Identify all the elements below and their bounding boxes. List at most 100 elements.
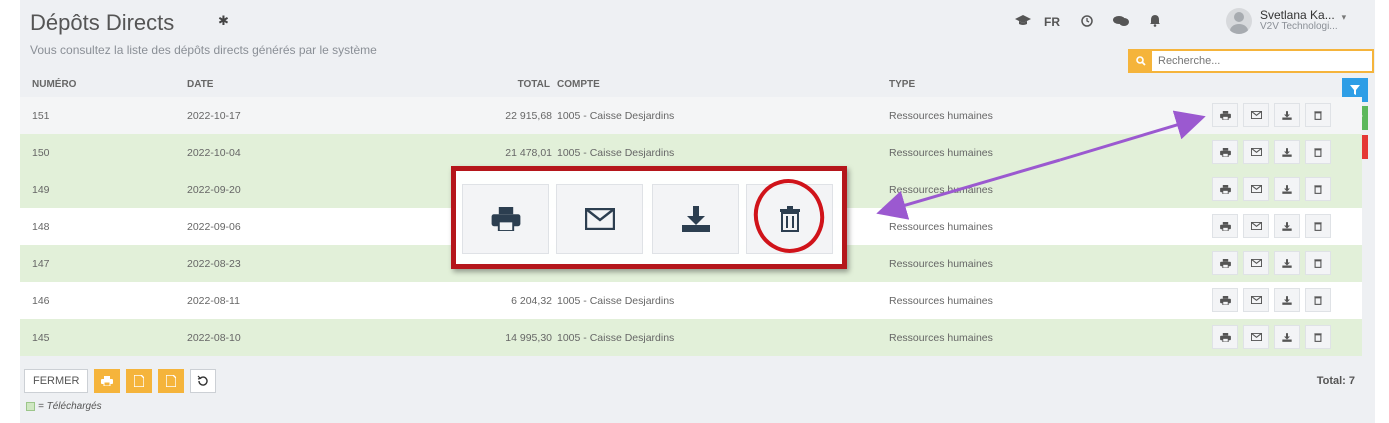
trash-icon[interactable] — [1305, 103, 1331, 127]
print-icon[interactable] — [1212, 177, 1238, 201]
download-icon[interactable] — [1274, 325, 1300, 349]
download-icon[interactable] — [1274, 140, 1300, 164]
column-header-total[interactable]: TOTAL — [518, 79, 550, 90]
action-buttons-callout — [451, 166, 847, 269]
chat-icon[interactable] — [1108, 15, 1134, 30]
cell-compte: 1005 - Caisse Desjardins — [557, 332, 675, 344]
pdf-icon[interactable] — [126, 369, 153, 393]
table-header: NUMÉRO DATE TOTAL COMPTE TYPE — [20, 70, 1360, 96]
chevron-down-icon[interactable]: ▾ — [1342, 12, 1347, 23]
cell-date: 2022-08-23 — [187, 258, 241, 270]
total-count: Total: 7 — [1316, 375, 1355, 387]
print-icon[interactable] — [1212, 103, 1238, 127]
cell-compte: 1005 - Caisse Desjardins — [557, 295, 675, 307]
cell-date: 2022-09-20 — [187, 184, 241, 196]
trash-icon[interactable] — [1305, 288, 1331, 312]
graduation-cap-icon[interactable] — [1010, 14, 1036, 30]
close-button[interactable]: FERMER — [24, 369, 89, 393]
download-icon[interactable] — [1274, 177, 1300, 201]
print-icon[interactable] — [1212, 288, 1238, 312]
row-actions — [1212, 140, 1331, 164]
cell-date: 2022-10-17 — [187, 110, 241, 122]
cell-total: 6 204,32 — [511, 295, 552, 307]
cell-numero: 149 — [32, 184, 50, 196]
row-actions — [1212, 325, 1331, 349]
table-row[interactable]: 145 2022-08-10 14 995,30 1005 - Caisse Desj… — [20, 319, 1362, 356]
cell-type: Ressources humaines — [889, 110, 993, 122]
cell-type: Ressources humaines — [889, 258, 993, 270]
avatar — [1226, 8, 1252, 34]
page-subtitle: Vous consultez la liste des dépôts direc… — [30, 43, 377, 57]
page-title: Dépôts Directs — [30, 10, 175, 35]
print-icon[interactable] — [94, 369, 121, 393]
download-icon[interactable] — [1274, 288, 1300, 312]
column-header-date[interactable]: DATE — [187, 79, 213, 90]
envelope-icon[interactable] — [1243, 214, 1269, 238]
column-header-compte[interactable]: COMPTE — [557, 79, 600, 90]
cell-numero: 147 — [32, 258, 50, 270]
footer-toolbar: FERMER — [24, 369, 217, 393]
bell-icon[interactable] — [1142, 14, 1168, 30]
user-name: Svetlana Ka... — [1260, 8, 1335, 22]
trash-icon[interactable] — [1305, 177, 1331, 201]
row-actions — [1212, 214, 1331, 238]
download-icon[interactable] — [1274, 103, 1300, 127]
cell-type: Ressources humaines — [889, 147, 993, 159]
download-icon[interactable] — [1274, 214, 1300, 238]
cell-type: Ressources humaines — [889, 295, 993, 307]
cell-total: 22 915,68 — [505, 110, 552, 122]
trash-icon[interactable] — [1305, 214, 1331, 238]
top-navigation: FR — [1010, 10, 1176, 34]
envelope-icon[interactable] — [1243, 251, 1269, 275]
cell-date: 2022-08-10 — [187, 332, 241, 344]
cell-type: Ressources humaines — [889, 184, 993, 196]
cell-compte: 1005 - Caisse Desjardins — [557, 110, 675, 122]
search-input[interactable] — [1152, 51, 1372, 71]
column-header-type[interactable]: TYPE — [889, 79, 915, 90]
gear-icon[interactable]: ✱ — [218, 13, 229, 29]
user-menu[interactable]: Svetlana Ka... V2V Technologi... ▾ — [1226, 8, 1346, 34]
trash-icon[interactable] — [1305, 251, 1331, 275]
print-icon[interactable] — [1212, 140, 1238, 164]
column-header-numero[interactable]: NUMÉRO — [32, 79, 76, 90]
table-row[interactable]: 151 2022-10-17 22 915,68 1005 - Caisse Desj… — [20, 97, 1362, 134]
print-icon[interactable] — [1212, 214, 1238, 238]
trash-icon[interactable] — [1305, 140, 1331, 164]
user-company: V2V Technologi... — [1260, 21, 1338, 32]
cell-total: 14 995,30 — [505, 332, 552, 344]
row-actions — [1212, 103, 1331, 127]
print-icon[interactable] — [1212, 251, 1238, 275]
legend-label: = Téléchargés — [38, 401, 102, 412]
envelope-icon[interactable] — [1243, 140, 1269, 164]
language-switch[interactable]: FR — [1044, 15, 1060, 29]
cell-date: 2022-08-11 — [187, 295, 240, 307]
envelope-icon[interactable] — [1243, 288, 1269, 312]
legend: = Téléchargés — [26, 401, 102, 412]
cell-type: Ressources humaines — [889, 332, 993, 344]
cell-numero: 148 — [32, 221, 50, 233]
print-icon[interactable] — [462, 184, 549, 254]
print-icon[interactable] — [1212, 325, 1238, 349]
cell-numero: 145 — [32, 332, 50, 344]
download-icon[interactable] — [652, 184, 739, 254]
cell-date: 2022-10-04 — [187, 147, 241, 159]
envelope-icon[interactable] — [1243, 325, 1269, 349]
history-icon[interactable] — [190, 369, 217, 393]
search-icon[interactable] — [1130, 51, 1152, 71]
cell-numero: 150 — [32, 147, 50, 159]
legend-swatch — [26, 402, 35, 411]
cell-date: 2022-09-06 — [187, 221, 241, 233]
trash-icon[interactable] — [746, 184, 833, 254]
cell-numero: 146 — [32, 295, 50, 307]
download-icon[interactable] — [1274, 251, 1300, 275]
table-row[interactable]: 146 2022-08-11 6 204,32 1005 - Caisse Desja… — [20, 282, 1362, 319]
pdf-icon[interactable] — [158, 369, 185, 393]
row-actions — [1212, 251, 1331, 275]
cell-numero: 151 — [32, 110, 50, 122]
row-actions — [1212, 288, 1331, 312]
clock-icon[interactable] — [1074, 14, 1100, 30]
trash-icon[interactable] — [1305, 325, 1331, 349]
envelope-icon[interactable] — [1243, 177, 1269, 201]
envelope-icon[interactable] — [1243, 103, 1269, 127]
envelope-icon[interactable] — [556, 184, 643, 254]
